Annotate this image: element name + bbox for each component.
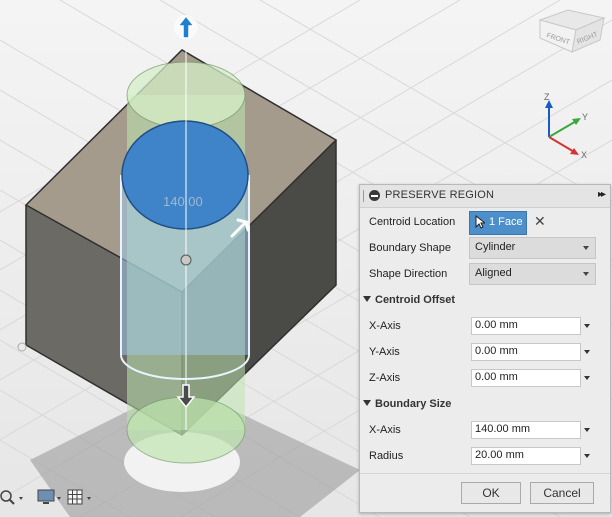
triad-y-label: Y xyxy=(582,112,588,122)
up-arrow-icon[interactable] xyxy=(174,14,198,39)
centroid-offset-title: Centroid Offset xyxy=(375,294,456,306)
viewport-toolbar xyxy=(0,486,100,510)
offset-z-dropdown-icon[interactable] xyxy=(584,376,590,380)
grid-icon[interactable] xyxy=(66,488,96,506)
radius-dropdown-icon[interactable] xyxy=(584,454,590,458)
dialog-title: PRESERVE REGION xyxy=(385,189,495,201)
offset-z-field[interactable]: 0.00 mm xyxy=(471,369,581,387)
shape-direction-label: Shape Direction xyxy=(369,268,448,280)
cancel-button[interactable]: Cancel xyxy=(530,482,594,504)
selected-face xyxy=(121,120,249,230)
offset-z-value: 0.00 mm xyxy=(475,371,518,383)
offset-x-dropdown-icon[interactable] xyxy=(584,324,590,328)
dimension-label: 140.00 xyxy=(163,194,203,209)
size-x-field[interactable]: 140.00 mm xyxy=(471,421,581,439)
triad-x-label: X xyxy=(581,150,587,160)
centroid-location-label: Centroid Location xyxy=(369,216,456,228)
triad-z-label: Z xyxy=(544,92,550,102)
centroid-offset-section[interactable]: Centroid Offset xyxy=(363,294,455,306)
offset-y-value: 0.00 mm xyxy=(475,345,518,357)
preserve-region-dialog: PRESERVE REGION ▸▸ Centroid Location 1 F… xyxy=(359,184,611,513)
offset-x-label: X-Axis xyxy=(369,320,401,332)
shape-direction-select[interactable]: Aligned xyxy=(469,263,596,285)
clear-selection-icon[interactable]: ✕ xyxy=(534,213,546,230)
radius-label: Radius xyxy=(369,450,404,462)
boundary-shape-select[interactable]: Cylinder xyxy=(469,237,596,259)
size-x-label: X-Axis xyxy=(369,424,401,436)
zoom-icon[interactable] xyxy=(0,488,26,506)
display-settings-icon[interactable] xyxy=(36,488,64,506)
offset-y-dropdown-icon[interactable] xyxy=(584,350,590,354)
face-selection-value: 1 Face xyxy=(489,216,523,228)
radius-field[interactable]: 20.00 mm xyxy=(471,447,581,465)
size-x-value: 140.00 mm xyxy=(475,423,531,435)
drag-grip-icon[interactable] xyxy=(363,190,366,202)
offset-y-label: Y-Axis xyxy=(369,346,400,358)
offset-x-value: 0.00 mm xyxy=(475,319,518,331)
radius-value: 20.00 mm xyxy=(475,449,524,461)
offset-z-label: Z-Axis xyxy=(369,372,401,384)
ok-button[interactable]: OK xyxy=(461,482,521,504)
boundary-shape-label: Boundary Shape xyxy=(369,242,451,254)
size-x-dropdown-icon[interactable] xyxy=(584,428,590,432)
boundary-size-section[interactable]: Boundary Size xyxy=(363,398,451,410)
chevron-down-icon xyxy=(583,272,589,276)
face-selection-button[interactable]: 1 Face xyxy=(469,211,527,235)
offset-y-field[interactable]: 0.00 mm xyxy=(471,343,581,361)
expand-icon[interactable]: ▸▸ xyxy=(598,189,606,200)
collapse-triangle-icon xyxy=(363,296,371,302)
collapse-icon[interactable] xyxy=(369,190,380,201)
boundary-shape-value: Cylinder xyxy=(475,241,516,253)
shape-direction-value: Aligned xyxy=(475,267,512,279)
collapse-triangle-icon xyxy=(363,400,371,406)
dialog-divider xyxy=(360,473,610,474)
cursor-icon xyxy=(475,215,485,229)
chevron-down-icon xyxy=(583,246,589,250)
dialog-header[interactable]: PRESERVE REGION ▸▸ xyxy=(360,185,610,208)
offset-x-field[interactable]: 0.00 mm xyxy=(471,317,581,335)
centroid-point[interactable] xyxy=(180,254,192,266)
boundary-size-title: Boundary Size xyxy=(375,398,452,410)
